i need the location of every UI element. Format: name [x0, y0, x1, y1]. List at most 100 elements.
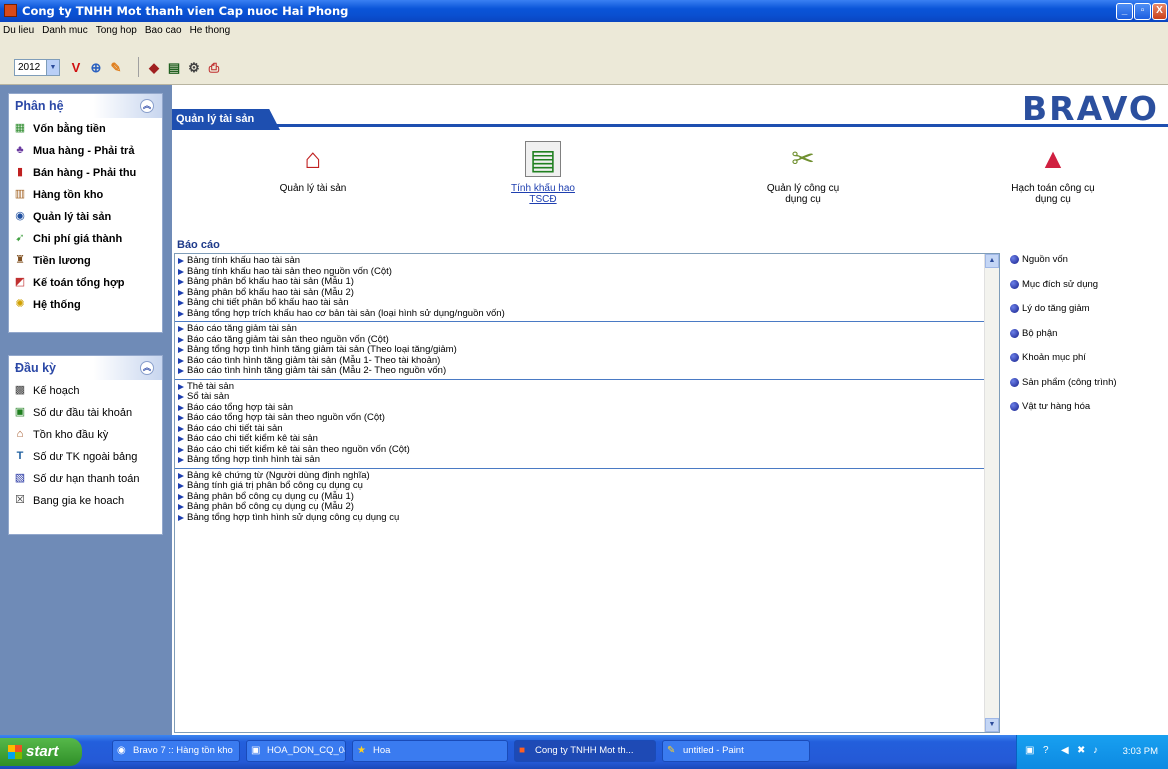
sidebar-item-ke-toan-tong-hop[interactable]: ◩ Kế toán tổng hợp: [9, 272, 162, 294]
menu-bao-cao[interactable]: Bao cao: [145, 25, 182, 36]
menu-du-lieu[interactable]: Du lieu: [3, 25, 34, 36]
task-hoa-don[interactable]: ▣HOA_DON_CQ_0420...: [246, 740, 346, 762]
report-item[interactable]: Bảng tổng hợp trích khấu hao cơ bản tài …: [177, 308, 999, 320]
bullet-icon: [1010, 402, 1019, 411]
salary-icon: ♜: [15, 254, 25, 266]
tray-info-icon[interactable]: ?: [1043, 745, 1055, 757]
feature-quan-ly-cong-cu[interactable]: ✂ Quản lý công cụ dụng cụ: [758, 141, 848, 205]
task-hoa[interactable]: ★ Hoa: [352, 740, 508, 762]
report-item[interactable]: Bảng tính khấu hao tài sản: [177, 255, 999, 267]
tray-back-icon[interactable]: ◀: [1061, 745, 1073, 757]
taskbar: start ◉ Bravo 7 :: Hàng tồn kho ▣ HOA_DON_…: [0, 735, 1168, 769]
refresh-icon[interactable]: ⊕: [88, 59, 104, 76]
report-item[interactable]: Bảng tổng hợp tình hình tài sản: [177, 454, 999, 466]
bullet-icon: [1010, 304, 1019, 313]
task-cong-ty[interactable]: ■ Cong ty TNHH Mot th...: [514, 740, 656, 762]
tray-app-icon[interactable]: ▣: [1025, 745, 1037, 757]
scroll-down-icon[interactable]: ▼: [985, 718, 999, 732]
menu-danh-muc[interactable]: Danh muc: [42, 25, 88, 36]
feature-tinh-khau-hao[interactable]: ▤ Tính khấu hao TSCĐ: [498, 141, 588, 205]
feature-quan-ly-tai-san[interactable]: ⌂ Quản lý tài sản: [268, 141, 358, 194]
task-paint[interactable]: ✎ untitled - Paint: [662, 740, 810, 762]
category-list: Nguồn vốn Mục đích sử dụng Lý do tăng gi…: [1008, 253, 1168, 425]
tray-network-icon[interactable]: ✖: [1077, 745, 1089, 757]
start-button[interactable]: start: [0, 738, 82, 766]
report-item[interactable]: Bảng tổng hợp tình hình tăng giảm tài sả…: [177, 344, 999, 356]
report-item[interactable]: Sổ tài sản: [177, 391, 999, 403]
window-title: Cong ty TNHH Mot thanh vien Cap nuoc Hai…: [22, 4, 349, 18]
sidebar-item-he-thong[interactable]: ✺ Hệ thống: [9, 294, 162, 316]
report-item[interactable]: Bảng phân bổ khấu hao tài sản (Mẫu 1): [177, 276, 999, 288]
scroll-up-icon[interactable]: ▲: [985, 254, 999, 268]
vertical-scrollbar[interactable]: ▲ ▼: [984, 254, 999, 732]
sidebar-item-so-du-dau-tai-khoan[interactable]: ▣ Số dư đầu tài khoản: [9, 402, 162, 424]
dau-ky-title: Đầu kỳ: [15, 361, 56, 375]
sidebar-item-quan-ly-tai-san[interactable]: ◉ Quản lý tài sản: [9, 206, 162, 228]
maximize-button[interactable]: ▫: [1134, 3, 1151, 20]
tab-quan-ly-tai-san[interactable]: Quản lý tài sản: [172, 109, 280, 130]
sidebar-item-hang-ton-kho[interactable]: ▥ Hàng tồn kho: [9, 184, 162, 206]
sidebar-item-so-du-tk-ngoai-bang[interactable]: T Số dư TK ngoài bảng: [9, 446, 162, 468]
asset-icon: ◉: [15, 210, 25, 222]
sidebar-item-mua-hang[interactable]: ♣ Mua hàng - Phải trả: [9, 140, 162, 162]
report-item[interactable]: Bảng phân bổ công cụ dụng cụ (Mẫu 2): [177, 501, 999, 513]
purchase-icon: ♣: [16, 144, 24, 156]
toolbar-separator: [138, 57, 139, 77]
blocks-icon: ▲: [1039, 143, 1067, 174]
report-item[interactable]: Báo cáo chi tiết kiểm kê tài sản: [177, 433, 999, 445]
task-bravo[interactable]: ◉ Bravo 7 :: Hàng tồn kho: [112, 740, 240, 762]
category-bo-phan[interactable]: Bộ phận: [1008, 327, 1168, 352]
report-item[interactable]: Báo cáo tình hình tăng giảm tài sản (Mẫu…: [177, 365, 999, 377]
category-ly-do-tang-giam[interactable]: Lý do tăng giảm: [1008, 302, 1168, 327]
sidebar-item-so-du-han-thanh-toan[interactable]: ▧ Số dư hạn thanh toán: [9, 468, 162, 490]
sidebar-item-ban-hang[interactable]: ▮ Bán hàng - Phải thu: [9, 162, 162, 184]
edit-icon[interactable]: ✎: [108, 59, 124, 76]
tray-volume-icon[interactable]: ♪: [1093, 745, 1105, 757]
money-icon: ▦: [14, 122, 26, 134]
category-khoan-muc-phi[interactable]: Khoản mục phí: [1008, 351, 1168, 376]
folder-icon: ▣: [251, 745, 261, 756]
report-item[interactable]: Bảng tổng hợp tình hình sử dụng công cụ …: [177, 512, 999, 524]
category-muc-dich-su-dung[interactable]: Mục đích sử dụng: [1008, 278, 1168, 303]
feature-hach-toan-cong-cu[interactable]: ▲ Hạch toán công cụ dụng cụ: [1008, 141, 1098, 205]
system-tray: ▣ ? ◀ ✖ ♪ 3:03 PM: [1016, 735, 1168, 769]
close-button[interactable]: X: [1152, 3, 1167, 20]
menu-he-thong[interactable]: He thong: [190, 25, 231, 36]
category-nguon-von[interactable]: Nguồn vốn: [1008, 253, 1168, 278]
report-item[interactable]: Bảng tính giá trị phân bổ công cụ dụng c…: [177, 480, 999, 492]
report-group-cong-cu: Bảng kê chứng từ (Người dùng định nghĩa)…: [175, 469, 999, 526]
collapse-icon[interactable]: ︽: [140, 361, 154, 375]
collapse-icon[interactable]: ︽: [140, 99, 154, 113]
phan-he-header[interactable]: Phân hệ ︽: [9, 94, 162, 118]
sidebar-item-bang-gia-ke-hoach[interactable]: ☒ Bang gia ke hoach: [9, 490, 162, 512]
app-icon: [4, 4, 17, 17]
report-group-khau-hao: Bảng tính khấu hao tài sản Bảng tính khấ…: [175, 254, 999, 322]
report-item[interactable]: Báo cáo tổng hợp tài sản theo nguồn vốn …: [177, 412, 999, 424]
settings-icon[interactable]: ⚙: [186, 59, 202, 76]
chevron-down-icon[interactable]: ▼: [46, 60, 59, 75]
category-vat-tu-hang-hoa[interactable]: Vật tư hàng hóa: [1008, 400, 1168, 425]
title-bar: Cong ty TNHH Mot thanh vien Cap nuoc Hai…: [0, 0, 1168, 22]
report-item[interactable]: Thẻ tài sản: [177, 381, 999, 393]
check-icon[interactable]: V: [68, 59, 84, 76]
sidebar-item-chi-phi-gia-thanh[interactable]: ➹ Chi phí giá thành: [9, 228, 162, 250]
sidebar-item-tien-luong[interactable]: ♜ Tiền lương: [9, 250, 162, 272]
phan-he-title: Phân hệ: [15, 99, 64, 113]
sidebar-item-ton-kho-dau-ky[interactable]: ⌂ Tồn kho đầu kỳ: [9, 424, 162, 446]
tools-icon: ✂: [791, 143, 815, 174]
sidebar-item-ke-hoach[interactable]: ▩ Kế hoạch: [9, 380, 162, 402]
sales-icon: ▮: [16, 166, 24, 178]
report-item[interactable]: Báo cáo tăng giảm tài sản: [177, 323, 999, 335]
calculator-icon[interactable]: ▤: [166, 59, 182, 76]
dau-ky-header[interactable]: Đầu kỳ ︽: [9, 356, 162, 380]
sidebar-item-von-bang-tien[interactable]: ▦ Vốn bằng tiền: [9, 118, 162, 140]
print-icon[interactable]: ⎙: [206, 59, 222, 76]
minimize-button[interactable]: _: [1116, 3, 1133, 20]
year-select[interactable]: 2012 ▼: [14, 59, 60, 76]
tools-icon[interactable]: ◆: [146, 59, 162, 76]
report-group-tang-giam: Báo cáo tăng giảm tài sản Báo cáo tăng g…: [175, 322, 999, 380]
bullet-icon: [1010, 255, 1019, 264]
category-san-pham[interactable]: Sản phẩm (công trình): [1008, 376, 1168, 401]
menu-tong-hop[interactable]: Tong hop: [96, 25, 137, 36]
report-item[interactable]: Bảng chi tiết phân bổ khấu hao tài sản: [177, 297, 999, 309]
